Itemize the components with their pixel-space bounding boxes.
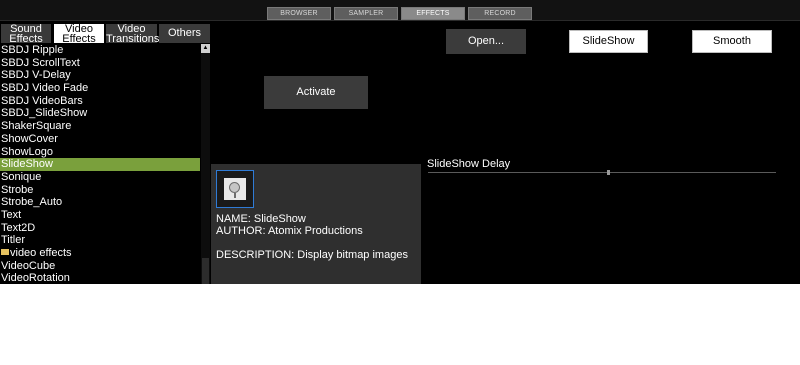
list-item[interactable]: SBDJ VideoBars [0, 95, 200, 108]
list-item[interactable]: SBDJ ScrollText [0, 57, 200, 70]
list-item[interactable]: Text2D [0, 222, 200, 235]
projector-screen-icon [224, 178, 246, 200]
slideshow-delay-label: SlideShow Delay [427, 158, 511, 170]
tab-effects[interactable]: EFFECTS [401, 7, 465, 20]
list-item-label: Strobe_Auto [1, 196, 63, 209]
tab-others[interactable]: Others [159, 24, 210, 43]
tab-sound-effects[interactable]: Sound Effects [1, 24, 51, 45]
list-item[interactable]: Strobe_Auto [0, 196, 200, 209]
list-item[interactable]: Sonique [0, 171, 200, 184]
slideshow-button[interactable]: SlideShow [569, 30, 648, 53]
smooth-button[interactable]: Smooth [692, 30, 772, 53]
list-item[interactable]: SBDJ V-Delay [0, 69, 200, 82]
list-item[interactable]: VideoCube [0, 260, 200, 273]
list-item[interactable]: SBDJ Ripple [0, 44, 200, 57]
list-item[interactable]: ShakerSquare [0, 120, 200, 133]
scrollbar-thumb[interactable] [202, 258, 209, 284]
list-item-label: SBDJ_SlideShow [1, 107, 88, 120]
effects-list: SBDJ Ripple SBDJ ScrollText SBDJ V-Delay… [0, 44, 200, 284]
list-item[interactable]: SBDJ Video Fade [0, 82, 200, 95]
effect-author: AUTHOR: Atomix Productions [216, 225, 363, 237]
tab-video-transitions-line2: Transitions [106, 33, 160, 45]
list-item-label: Sonique [1, 170, 42, 183]
list-item-label: ShowLogo [1, 145, 53, 158]
effect-description: DESCRIPTION: Display bitmap images [216, 249, 408, 261]
activate-button[interactable]: Activate [264, 76, 368, 109]
list-item-label: SlideShow [1, 158, 53, 171]
list-item-label: Text2D [1, 221, 36, 234]
list-item-selected[interactable]: SlideShow [0, 158, 200, 171]
tab-sound-effects-line2: Effects [9, 33, 43, 45]
list-item-label: ShowCover [1, 132, 58, 145]
list-item-label: ShakerSquare [1, 120, 72, 133]
list-item-label: SBDJ ScrollText [1, 56, 80, 69]
list-item-label: video effects [10, 247, 72, 259]
scroll-up-arrow-icon[interactable]: ▲ [201, 44, 210, 53]
slideshow-delay-slider[interactable] [428, 172, 776, 173]
tab-video-transitions[interactable]: Video Transitions [106, 24, 160, 45]
list-item-label: SBDJ VideoBars [1, 94, 83, 107]
tab-sampler[interactable]: SAMPLER [334, 7, 398, 20]
top-tab-bar: BROWSER SAMPLER EFFECTS RECORD [0, 0, 800, 21]
slideshow-delay-slider-handle[interactable] [607, 170, 610, 175]
list-item[interactable]: Strobe [0, 184, 200, 197]
tab-video-effects-line2: Effects [62, 33, 96, 45]
list-item[interactable]: VideoRotation [0, 272, 200, 284]
open-button[interactable]: Open... [446, 29, 526, 54]
list-item[interactable]: ShowLogo [0, 146, 200, 159]
effects-window: BROWSER SAMPLER EFFECTS RECORD Sound Eff… [0, 0, 800, 284]
projector-stand-icon [234, 193, 236, 198]
list-item-label: SBDJ Ripple [1, 44, 64, 56]
list-item-label: SBDJ V-Delay [1, 69, 71, 82]
list-item-label: Text [1, 208, 22, 221]
projector-lens-icon [229, 182, 240, 193]
list-item[interactable]: SBDJ_SlideShow [0, 107, 200, 120]
list-scrollbar[interactable] [201, 44, 210, 284]
list-item-label: Strobe [1, 183, 34, 196]
list-item[interactable]: ShowCover [0, 133, 200, 146]
list-item-label: VideoRotation [1, 272, 70, 284]
tab-record[interactable]: RECORD [468, 7, 532, 20]
list-item-label: VideoCube [1, 259, 56, 272]
list-item[interactable]: Text [0, 209, 200, 222]
folder-icon [1, 249, 9, 255]
effect-thumbnail [216, 170, 254, 208]
effect-info-panel: NAME: SlideShow AUTHOR: Atomix Productio… [211, 164, 421, 284]
list-item-label: Titler [1, 234, 26, 247]
effect-name: NAME: SlideShow [216, 213, 306, 225]
tab-browser[interactable]: BROWSER [267, 7, 331, 20]
list-item[interactable]: Titler [0, 234, 200, 247]
list-item-label: SBDJ Video Fade [1, 82, 89, 95]
tab-video-effects[interactable]: Video Effects [54, 24, 104, 45]
list-item-folder[interactable]: video effects [0, 247, 200, 260]
